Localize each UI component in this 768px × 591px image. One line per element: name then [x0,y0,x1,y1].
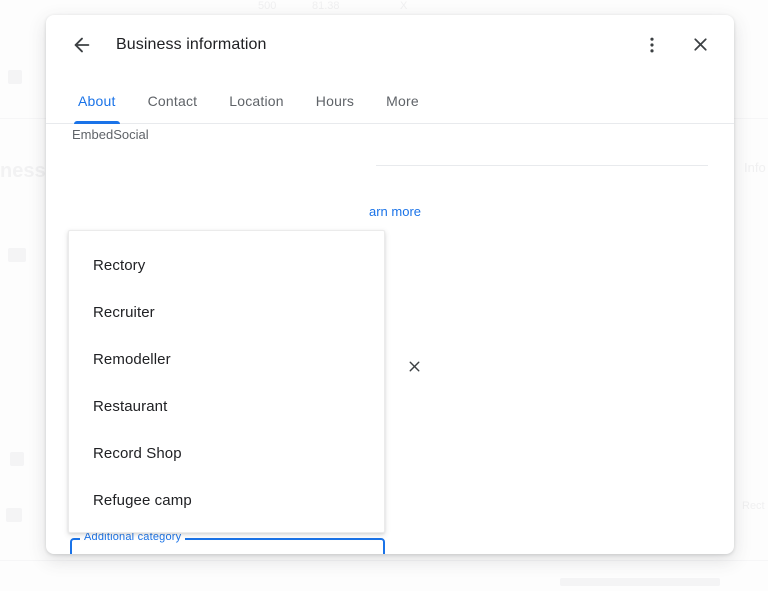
additional-category-field: Additional category [70,530,385,554]
primary-category-value: EmbedSocial [72,127,149,142]
dialog-body: EmbedSocial arn more Additional category… [46,124,734,554]
background-ghost-text: Info [744,160,766,175]
background-ghost-bar [8,70,22,84]
close-dialog-button[interactable] [680,25,720,65]
page-title: Business information [116,35,267,53]
header-actions [632,25,720,65]
category-suggestions-dropdown[interactable]: Rectory Recruiter Remodeller Restaurant Reco… [68,230,385,533]
suggestion-item[interactable]: Refugee camp [69,477,384,524]
clear-primary-category-button[interactable] [398,352,430,384]
close-icon [406,358,423,378]
tab-more[interactable]: More [370,93,435,123]
arrow-left-icon [71,34,93,56]
background-ghost-bar [10,452,24,466]
clear-additional-category-button[interactable] [398,550,430,554]
tab-about[interactable]: About [62,93,132,124]
close-icon [690,34,711,55]
background-divider [0,560,768,561]
additional-category-input[interactable] [84,538,373,554]
dialog-tabs: About Contact Location Hours More [46,74,734,124]
learn-more-link[interactable]: arn more [369,204,421,219]
suggestion-item[interactable]: Remodeller [69,336,384,383]
suggestion-item[interactable]: Recruiter [69,289,384,336]
background-ghost-bar [8,248,26,262]
background-ghost-text: ness [0,160,46,182]
suggestion-item[interactable]: Rectory [69,242,384,289]
background-ghost-text: X [400,0,408,12]
more-options-button[interactable] [632,25,672,65]
background-ghost-bar [560,578,720,586]
background-ghost-text: Rect [742,500,765,512]
tab-hours[interactable]: Hours [300,93,370,123]
background-ghost-bar [6,508,22,522]
body-divider [376,165,708,166]
background-ghost-text: 81.38 [312,0,340,12]
dialog-header: Business information [46,15,734,74]
back-button[interactable] [62,25,102,65]
more-vertical-icon [642,35,662,55]
suggestion-item[interactable]: Record Shop [69,430,384,477]
business-information-dialog: Business information About Contact Locat… [46,15,734,554]
background-ghost-text: 500 [258,0,277,12]
tab-contact[interactable]: Contact [132,93,214,123]
tab-location[interactable]: Location [213,93,300,123]
suggestion-item[interactable]: Restaurant [69,383,384,430]
